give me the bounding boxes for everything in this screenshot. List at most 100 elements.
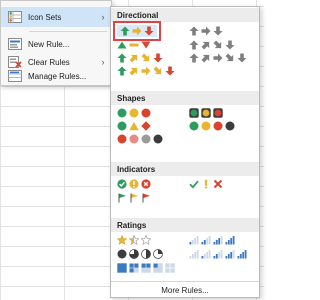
icon-set-3-traffic-lights-rimmed[interactable] [189, 108, 223, 118]
circle-green-icon [117, 108, 127, 118]
rimmed-light-green-icon [189, 108, 199, 118]
dash-yellow-icon [129, 43, 139, 47]
icon-set-5-quarters[interactable] [117, 249, 163, 259]
star-full-icon [117, 235, 127, 245]
icon-set-3-stars[interactable] [117, 235, 151, 245]
arrow-down-right-yellow-icon [141, 53, 150, 62]
icon-set-3-arrows-gray[interactable] [189, 26, 223, 36]
menu-divider [29, 31, 107, 32]
icon-set-3-flags[interactable] [117, 193, 151, 203]
exclamation-yellow-icon [204, 179, 208, 189]
icon-set-4-arrows-gray[interactable] [189, 40, 235, 50]
arrow-up-right-gray-icon [201, 41, 210, 50]
chevron-right-icon: › [101, 12, 105, 22]
arrow-up-right-yellow-icon [129, 67, 138, 76]
arrow-down-right-gray-icon [225, 53, 234, 62]
arrow-up-green-icon [117, 66, 127, 76]
arrow-right-gray-icon [201, 26, 211, 36]
boxes-full-icon [117, 263, 127, 273]
check-green-icon [189, 180, 199, 189]
circle-green-icon [189, 121, 199, 131]
arrow-right-gray-icon [213, 53, 223, 63]
arrow-down-right-gray-icon [213, 40, 222, 49]
section-title-ratings: Ratings [111, 218, 259, 232]
arrow-down-gray-icon [237, 53, 247, 63]
signal-bars-3-icon [225, 250, 235, 259]
signal-bars-1-icon [189, 236, 199, 245]
menu-item-icon-sets[interactable]: Icon Sets › [1, 7, 111, 27]
signal-bars-3-icon [213, 236, 223, 245]
arrow-down-right-yellow-icon [153, 66, 162, 75]
icon-set-4-traffic-lights[interactable] [189, 121, 235, 131]
circle-pink-icon [129, 134, 139, 144]
boxes-empty-icon [165, 263, 175, 273]
quarter-half-icon [141, 249, 151, 259]
circle-black-icon [153, 134, 163, 144]
section-title-shapes: Shapes [111, 91, 259, 105]
triangle-down-red-icon [141, 41, 151, 49]
icon-set-4-ratings[interactable] [189, 235, 235, 245]
arrow-up-gray-icon [189, 26, 199, 36]
more-rules-link[interactable]: More Rules... [111, 283, 259, 297]
icon-set-3-signs[interactable] [117, 121, 151, 131]
quarter-full-icon [117, 249, 127, 259]
triangle-yellow-icon [129, 121, 139, 131]
section-title-indicators: Indicators [111, 162, 259, 176]
arrow-down-red-icon [153, 53, 163, 63]
signal-bars-0-icon [189, 250, 199, 259]
icon-set-4-arrows-colored[interactable] [117, 53, 163, 63]
arrow-up-gray-icon [189, 53, 199, 63]
icon-set-5-boxes[interactable] [117, 263, 175, 273]
circle-gray-icon [141, 134, 151, 144]
arrow-down-gray-icon [213, 26, 223, 36]
icon-set-3-arrows-colored[interactable] [113, 21, 161, 41]
boxes-three-icon [129, 263, 139, 273]
flag-red-icon [142, 193, 150, 203]
arrow-up-right-yellow-icon [129, 54, 138, 63]
icon-set-3-triangles[interactable] [117, 40, 151, 50]
icon-sets-gallery: Directional Shapes Indicators Ratings Mo… [110, 6, 260, 298]
icon-set-3-traffic-lights-unrimmed[interactable] [117, 108, 151, 118]
arrow-down-red-icon [165, 66, 175, 76]
star-empty-icon [141, 235, 151, 245]
circle-red-icon [141, 108, 151, 118]
circle-green-icon [117, 121, 127, 131]
circle-red-icon [213, 121, 223, 131]
arrow-down-red-icon [144, 26, 154, 36]
boxes-two-icon [141, 263, 151, 273]
icon-set-3-symbols-uncircled[interactable] [189, 179, 223, 189]
arrow-up-gray-icon [189, 40, 199, 50]
triangle-up-green-icon [117, 41, 127, 49]
menu-item-label: Manage Rules... [28, 71, 87, 81]
arrow-up-right-gray-icon [201, 54, 210, 63]
icon-set-red-to-black[interactable] [117, 134, 163, 144]
icon-set-5-ratings[interactable] [189, 249, 247, 259]
arrow-up-green-icon [120, 26, 130, 36]
quarter-one-icon [153, 249, 163, 259]
star-half-icon [129, 235, 139, 245]
new-rule-icon [8, 38, 22, 50]
signal-bars-4-icon [237, 250, 247, 259]
flag-green-icon [118, 193, 126, 203]
signal-bars-4-icon [225, 236, 235, 245]
icon-sets-icon [8, 11, 22, 23]
rimmed-light-red-icon [213, 108, 223, 118]
icon-set-5-arrows-gray[interactable] [189, 53, 247, 63]
arrow-down-gray-icon [225, 40, 235, 50]
x-red-icon [213, 179, 223, 189]
manage-rules-icon [8, 70, 22, 82]
icon-set-3-symbols-circled[interactable] [117, 179, 151, 189]
menu-item-label: New Rule... [28, 39, 70, 49]
check-circle-green-icon [117, 179, 127, 189]
flag-yellow-icon [130, 193, 138, 203]
boxes-one-icon [153, 263, 163, 273]
exclamation-circle-yellow-icon [129, 179, 139, 189]
arrow-right-yellow-icon [132, 26, 142, 36]
icon-set-5-arrows-colored[interactable] [117, 66, 175, 76]
more-rules-divider [111, 281, 259, 282]
menu-item-manage-rules[interactable]: Manage Rules... [1, 66, 111, 86]
menu-item-new-rule[interactable]: New Rule... [1, 34, 111, 54]
circle-yellow-icon [129, 108, 139, 118]
arrow-right-yellow-icon [141, 66, 151, 76]
signal-bars-1-icon [201, 250, 211, 259]
